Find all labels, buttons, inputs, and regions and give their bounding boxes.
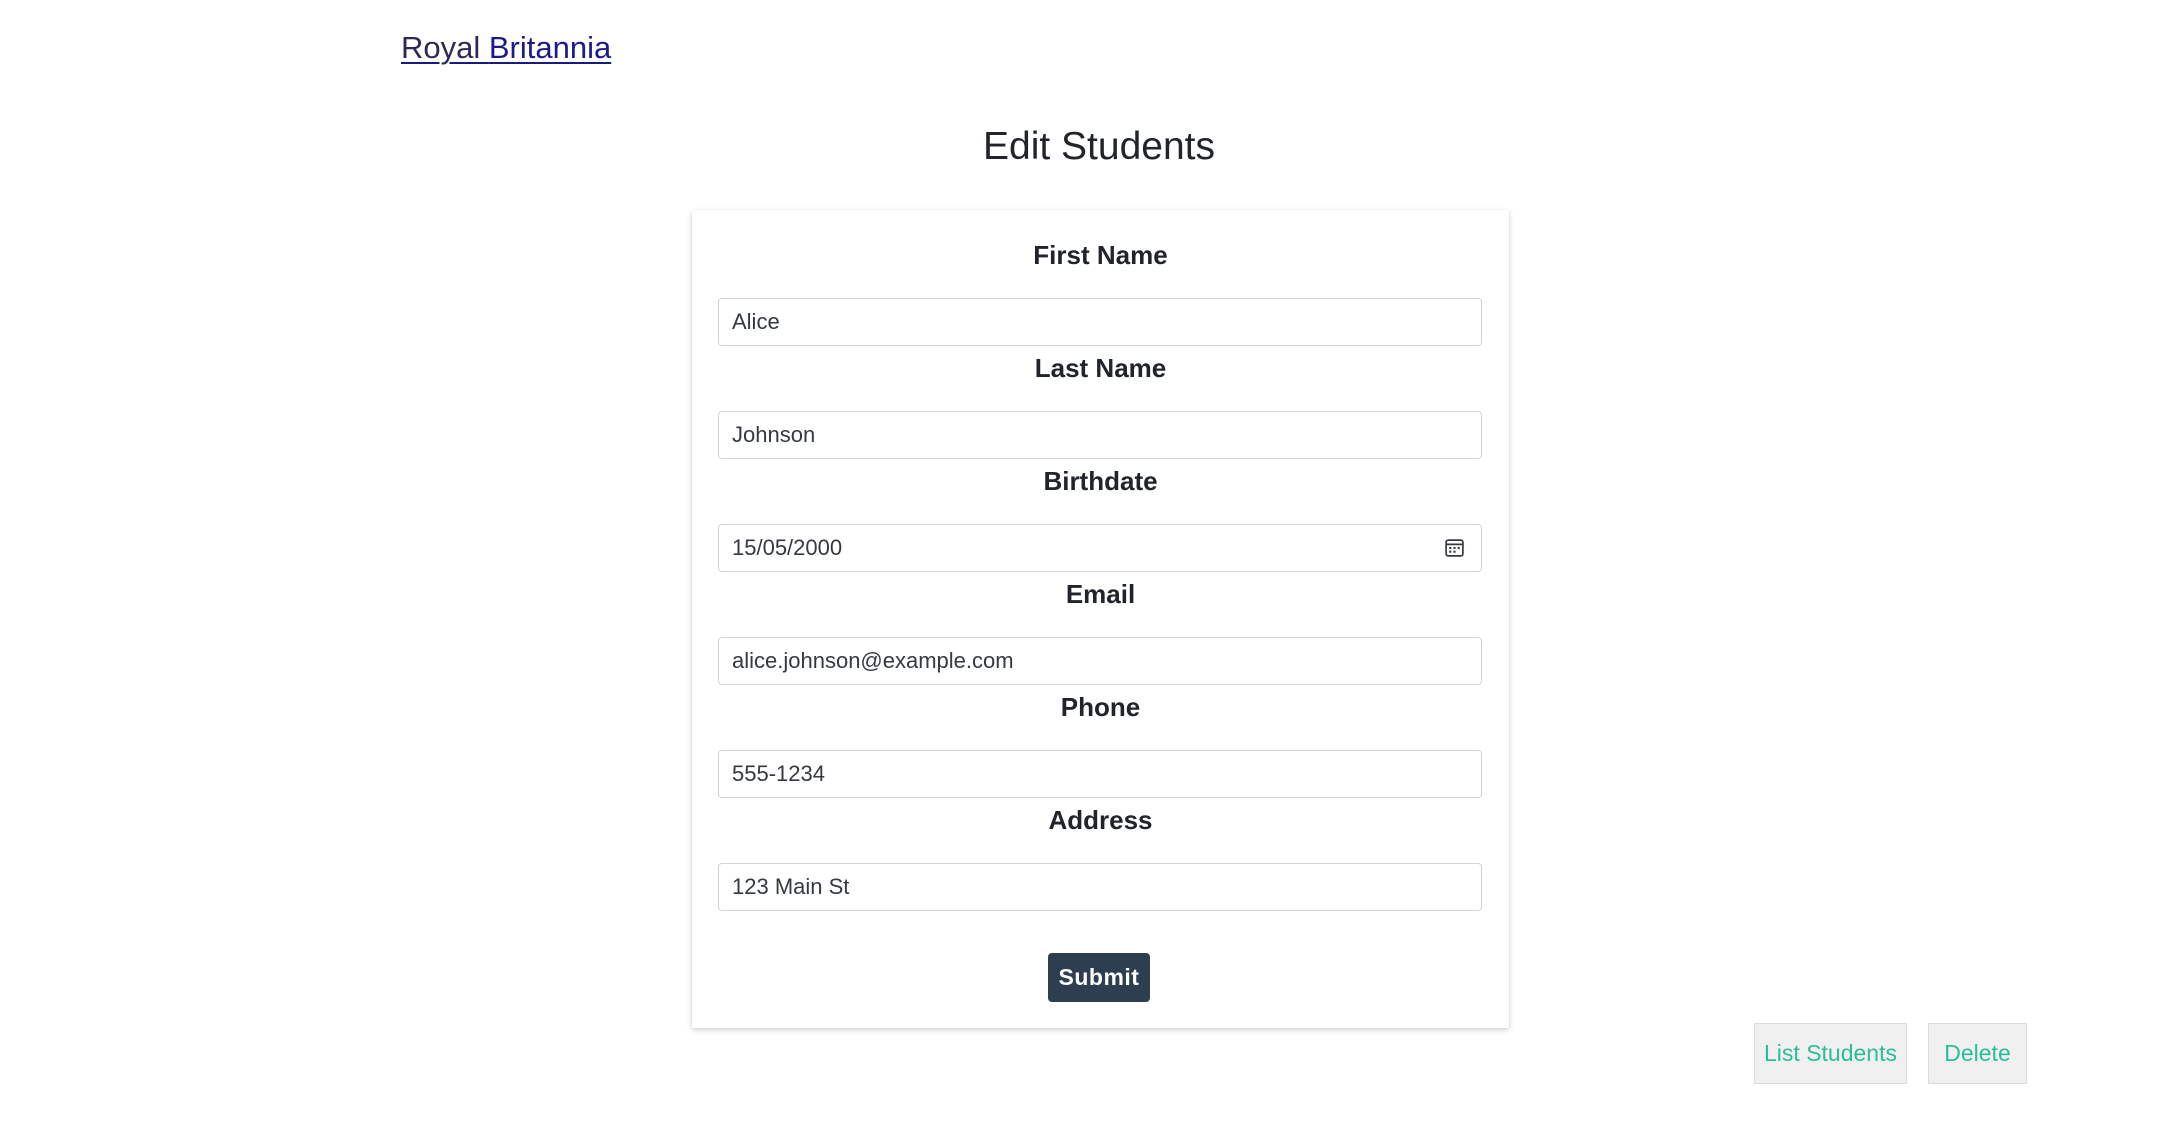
birthdate-field xyxy=(718,524,1482,572)
birthdate-input[interactable] xyxy=(718,524,1482,572)
brand-link[interactable]: Royal Britannia xyxy=(401,26,611,70)
first-name-label: First Name xyxy=(1033,240,1168,270)
calendar-icon[interactable] xyxy=(1444,537,1465,558)
page-title: Edit Students xyxy=(983,125,1215,168)
phone-input[interactable] xyxy=(718,750,1482,798)
edit-student-form: First Name Last Name Birthdate Email Pho… xyxy=(692,210,1509,1028)
address-label: Address xyxy=(1048,805,1153,835)
brand-text-royal: Royal xyxy=(401,30,489,65)
submit-button[interactable]: Submit xyxy=(1048,953,1150,1002)
email-label: Email xyxy=(1065,579,1136,609)
last-name-label: Last Name xyxy=(1034,353,1167,383)
phone-label: Phone xyxy=(1060,692,1141,722)
birthdate-label: Birthdate xyxy=(1043,466,1158,496)
list-students-button[interactable]: List Students xyxy=(1754,1023,1907,1084)
brand-text-britannia: Britannia xyxy=(488,30,612,65)
last-name-input[interactable] xyxy=(718,411,1482,459)
first-name-input[interactable] xyxy=(718,298,1482,346)
delete-button[interactable]: Delete xyxy=(1928,1023,2027,1084)
address-input[interactable] xyxy=(718,863,1482,911)
email-input[interactable] xyxy=(718,637,1482,685)
